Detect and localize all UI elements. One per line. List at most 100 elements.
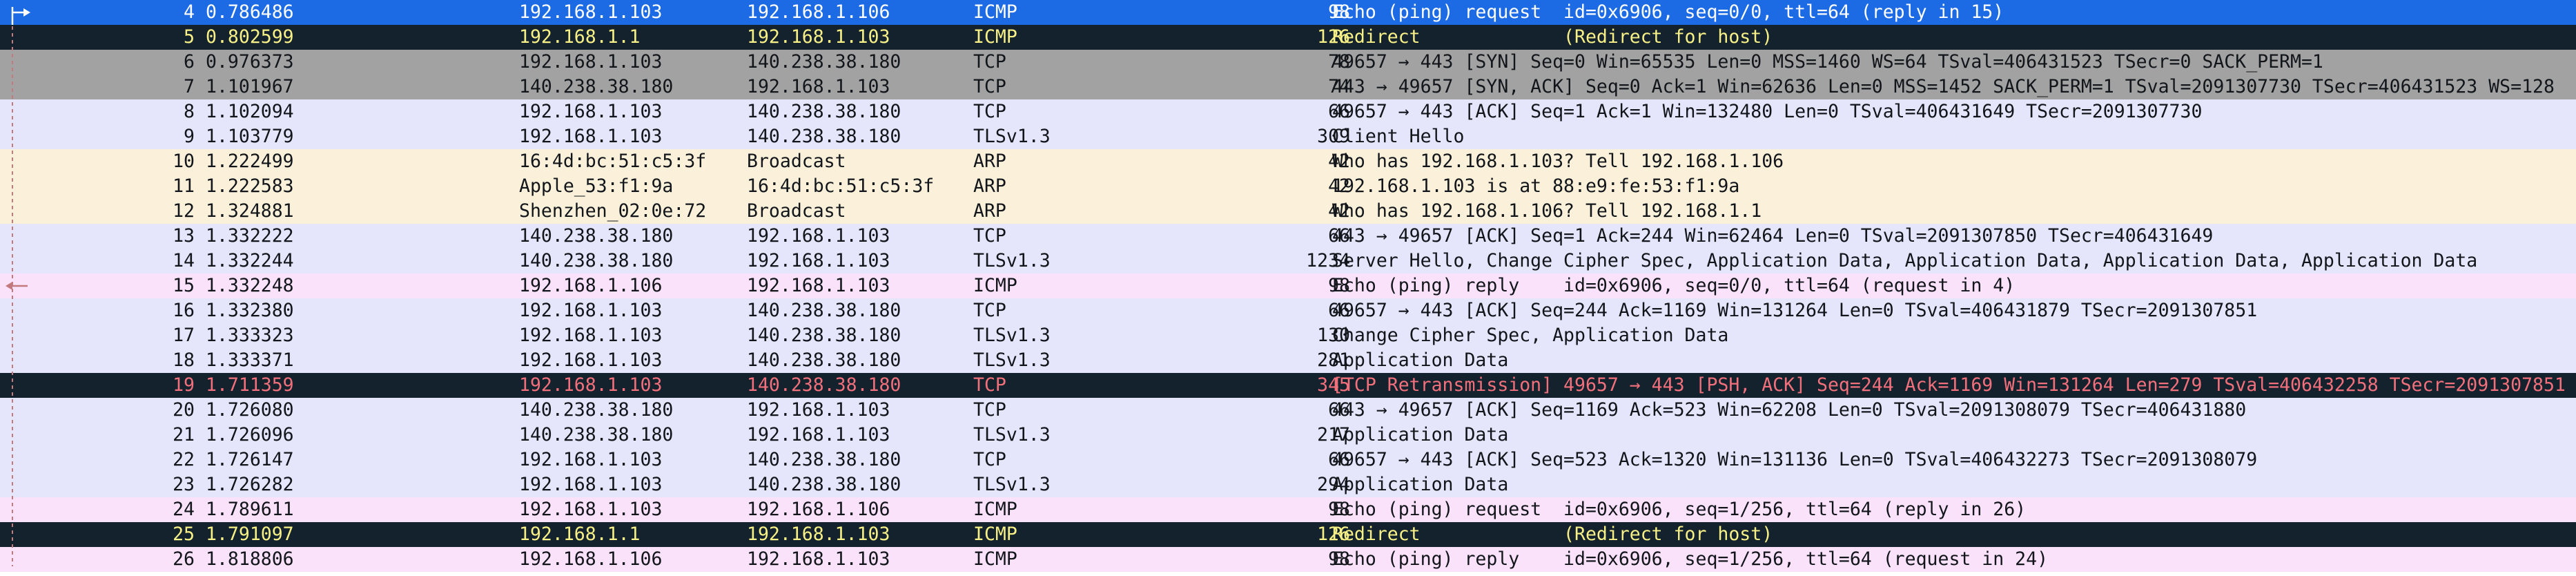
packet-source: 192.168.1.103 <box>519 101 663 122</box>
packet-destination: 192.168.1.103 <box>747 524 890 545</box>
packet-time: 1.332244 <box>206 250 294 271</box>
packet-destination: 192.168.1.103 <box>747 76 890 97</box>
packet-row[interactable]: 23 1.726282 192.168.1.103 140.238.38.180 TLS… <box>0 472 2576 497</box>
packet-length: 345 <box>1317 374 1350 396</box>
packet-number: 13 <box>173 225 195 247</box>
packet-length: 281 <box>1317 349 1350 371</box>
packet-row[interactable]: 14 1.332244 140.238.38.180 192.168.1.103 TLS… <box>0 249 2576 273</box>
packet-time: 1.222583 <box>206 175 294 197</box>
packet-length: 98 <box>1328 1 1350 23</box>
packet-destination: 140.238.38.180 <box>747 300 901 321</box>
packet-info: Echo (ping) request id=0x6906, seq=1/256… <box>1332 499 2027 520</box>
packet-row[interactable]: 13 1.332222 140.238.38.180 192.168.1.103 TCP… <box>0 224 2576 249</box>
packet-info: Server Hello, Change Cipher Spec, Applic… <box>1332 250 2478 271</box>
packet-number: 22 <box>173 449 195 470</box>
packet-protocol: ICMP <box>973 1 1017 23</box>
packet-row[interactable]: 24 1.789611 192.168.1.103 192.168.1.106 ICMP… <box>0 497 2576 522</box>
packet-destination: 192.168.1.103 <box>747 424 890 445</box>
packet-destination: 192.168.1.103 <box>747 399 890 421</box>
packet-destination: 140.238.38.180 <box>747 374 901 396</box>
packet-destination: 140.238.38.180 <box>747 51 901 73</box>
packet-row[interactable]: 22 1.726147 192.168.1.103 140.238.38.180 TCP… <box>0 448 2576 472</box>
packet-info: Change Cipher Spec, Application Data <box>1332 325 1729 346</box>
packet-source: 192.168.1.103 <box>519 126 663 147</box>
packet-row[interactable]: 15 1.332248 192.168.1.106 192.168.1.103 ICMP… <box>0 273 2576 298</box>
packet-length: 309 <box>1317 126 1350 147</box>
packet-time: 1.711359 <box>206 374 294 396</box>
packet-source: 140.238.38.180 <box>519 399 674 421</box>
packet-time: 1.332380 <box>206 300 294 321</box>
packet-row[interactable]: 16 1.332380 192.168.1.103 140.238.38.180 TCP… <box>0 298 2576 323</box>
packet-row[interactable]: 21 1.726096 140.238.38.180 192.168.1.103 TLS… <box>0 423 2576 448</box>
packet-number: 7 <box>184 76 195 97</box>
packet-length: 130 <box>1317 325 1350 346</box>
packet-source: 16:4d:bc:51:c5:3f <box>519 151 707 172</box>
packet-length: 98 <box>1328 548 1350 570</box>
packet-row[interactable]: 8 1.102094 192.168.1.103 140.238.38.180 TCP 6… <box>0 99 2576 124</box>
packet-info: Who has 192.168.1.103? Tell 192.168.1.10… <box>1332 151 1784 172</box>
packet-destination: 140.238.38.180 <box>747 101 901 122</box>
packet-number: 25 <box>173 524 195 545</box>
packet-source: 192.168.1.1 <box>519 524 641 545</box>
packet-row[interactable]: 19 1.711359 192.168.1.103 140.238.38.180 TCP… <box>0 373 2576 398</box>
packet-time: 1.324881 <box>206 200 294 222</box>
packet-source: 192.168.1.103 <box>519 474 663 495</box>
packet-info: Echo (ping) reply id=0x6906, seq=1/256, … <box>1332 548 2049 570</box>
packet-list[interactable]: 4 0.786486 192.168.1.103 192.168.1.106 ICMP 9… <box>0 0 2576 576</box>
packet-row[interactable]: 20 1.726080 140.238.38.180 192.168.1.103 TCP… <box>0 398 2576 423</box>
packet-source: 192.168.1.103 <box>519 374 663 396</box>
packet-row[interactable]: 10 1.222499 16:4d:bc:51:c5:3f Broadcast ARP 4… <box>0 149 2576 174</box>
packet-length: 42 <box>1328 200 1350 222</box>
packet-destination: 140.238.38.180 <box>747 126 901 147</box>
packet-row[interactable]: 17 1.333323 192.168.1.103 140.238.38.180 TLS… <box>0 323 2576 348</box>
packet-number: 23 <box>173 474 195 495</box>
packet-source: 140.238.38.180 <box>519 424 674 445</box>
packet-time: 1.726096 <box>206 424 294 445</box>
packet-source: Apple_53:f1:9a <box>519 175 674 197</box>
packet-source: 192.168.1.103 <box>519 349 663 371</box>
packet-protocol: ICMP <box>973 499 1017 520</box>
packet-number: 14 <box>173 250 195 271</box>
packet-time: 0.786486 <box>206 1 294 23</box>
packet-destination: 140.238.38.180 <box>747 449 901 470</box>
packet-source: 192.168.1.103 <box>519 499 663 520</box>
packet-row[interactable]: 9 1.103779 192.168.1.103 140.238.38.180 TLSv… <box>0 124 2576 149</box>
packet-row[interactable]: 25 1.791097 192.168.1.1 192.168.1.103 ICMP 12… <box>0 522 2576 547</box>
packet-protocol: TLSv1.3 <box>973 349 1051 371</box>
packet-row[interactable]: 7 1.101967 140.238.38.180 192.168.1.103 TCP 7… <box>0 75 2576 99</box>
packet-row[interactable]: 6 0.976373 192.168.1.103 140.238.38.180 TCP 7… <box>0 50 2576 75</box>
packet-number: 21 <box>173 424 195 445</box>
packet-destination: 140.238.38.180 <box>747 349 901 371</box>
packet-number: 16 <box>173 300 195 321</box>
packet-protocol: TLSv1.3 <box>973 126 1051 147</box>
packet-time: 1.103779 <box>206 126 294 147</box>
packet-length: 74 <box>1328 76 1350 97</box>
packet-destination: Broadcast <box>747 200 846 222</box>
packet-protocol: TLSv1.3 <box>973 424 1051 445</box>
packet-protocol: ARP <box>973 175 1006 197</box>
packet-info: 49657 → 443 [SYN] Seq=0 Win=65535 Len=0 … <box>1332 51 2323 73</box>
packet-source: Shenzhen_02:0e:72 <box>519 200 707 222</box>
packet-row[interactable]: 4 0.786486 192.168.1.103 192.168.1.106 ICMP 9… <box>0 0 2576 25</box>
packet-source: 192.168.1.106 <box>519 548 663 570</box>
packet-time: 1.332248 <box>206 275 294 296</box>
packet-time: 1.222499 <box>206 151 294 172</box>
packet-source: 192.168.1.103 <box>519 300 663 321</box>
packet-source: 192.168.1.103 <box>519 449 663 470</box>
packet-protocol: TCP <box>973 51 1006 73</box>
packet-length: 98 <box>1328 275 1350 296</box>
packet-destination: 140.238.38.180 <box>747 325 901 346</box>
packet-time: 1.726147 <box>206 449 294 470</box>
packet-row[interactable]: 11 1.222583 Apple_53:f1:9a 16:4d:bc:51:c5:3… <box>0 174 2576 199</box>
packet-destination: 192.168.1.106 <box>747 1 890 23</box>
packet-source: 140.238.38.180 <box>519 250 674 271</box>
packet-destination: 192.168.1.103 <box>747 26 890 48</box>
packet-destination: 192.168.1.106 <box>747 499 890 520</box>
packet-row[interactable]: 18 1.333371 192.168.1.103 140.238.38.180 TLS… <box>0 348 2576 373</box>
packet-source: 140.238.38.180 <box>519 225 674 247</box>
packet-protocol: ARP <box>973 151 1006 172</box>
packet-row[interactable]: 26 1.818806 192.168.1.106 192.168.1.103 ICMP… <box>0 547 2576 572</box>
packet-row[interactable]: 12 1.324881 Shenzhen_02:0e:72 Broadcast ARP 4… <box>0 199 2576 224</box>
packet-number: 5 <box>184 26 195 48</box>
packet-row[interactable]: 5 0.802599 192.168.1.1 192.168.1.103 ICMP 126… <box>0 25 2576 50</box>
